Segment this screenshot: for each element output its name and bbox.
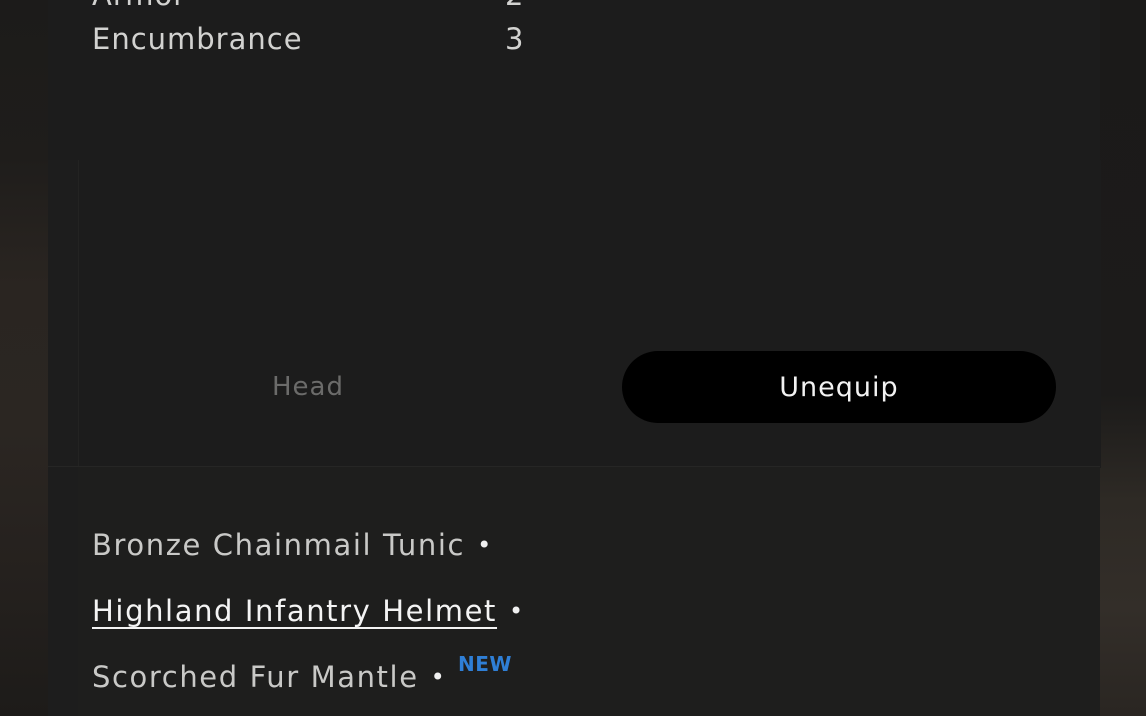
list-item-highland-infantry-helmet[interactable]: Highland Infantry Helmet •	[92, 594, 525, 634]
stat-armor: Armor 2	[92, 0, 552, 18]
unequip-button[interactable]: Unequip	[622, 351, 1056, 423]
list-item-scorched-fur-mantle[interactable]: Scorched Fur Mantle •	[92, 660, 446, 700]
slot-label: Head	[272, 372, 344, 402]
stat-encumbrance-label: Encumbrance	[92, 22, 303, 56]
stat-encumbrance: Encumbrance 3	[92, 22, 552, 62]
stat-encumbrance-value: 3	[505, 22, 525, 56]
background-right	[1094, 0, 1146, 716]
item-marker-dot: •	[477, 531, 493, 559]
list-item-bronze-chainmail-tunic[interactable]: Bronze Chainmail Tunic •	[92, 528, 493, 568]
item-name: Highland Infantry Helmet	[92, 594, 498, 628]
new-badge: NEW	[458, 652, 512, 676]
item-marker-dot: •	[430, 663, 447, 691]
item-name: Scorched Fur Mantle	[92, 660, 419, 694]
stat-armor-label: Armor	[92, 0, 186, 12]
item-name: Bronze Chainmail Tunic	[92, 528, 466, 562]
item-marker-dot: •	[509, 597, 525, 625]
stat-armor-value: 2	[505, 0, 524, 12]
